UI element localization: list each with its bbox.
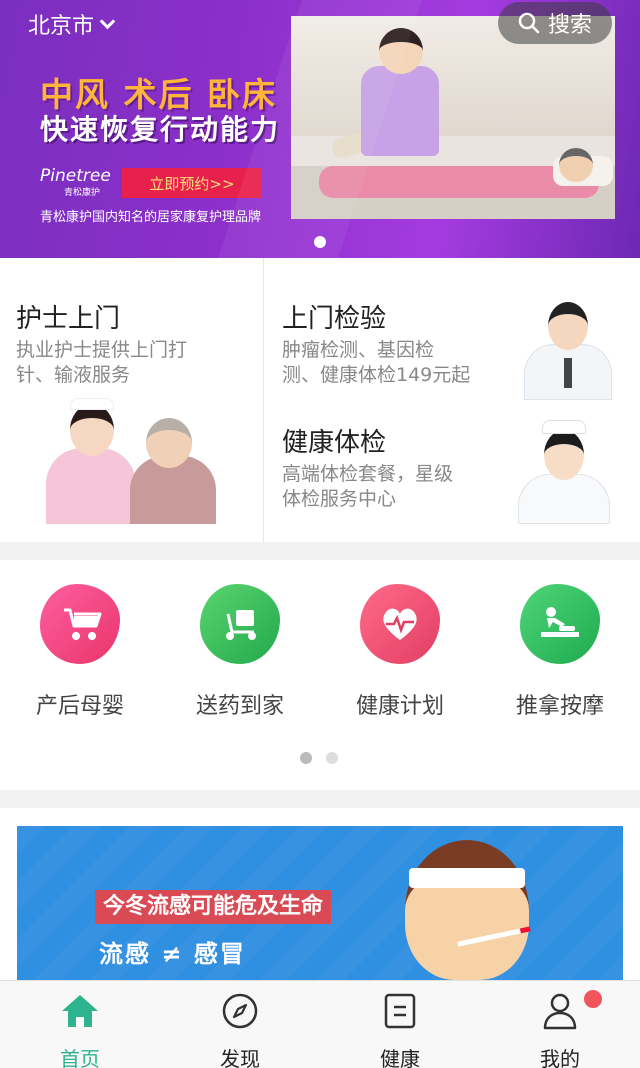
- search-button[interactable]: 搜索: [498, 2, 612, 44]
- nurse-image: [516, 420, 612, 524]
- bottom-tab-bar: 首页 发现 健康 我的: [0, 980, 640, 1068]
- quick-item-label: 健康计划: [355, 694, 444, 719]
- tab-discover[interactable]: 发现: [160, 991, 320, 1068]
- tab-label: 发现: [220, 1047, 260, 1068]
- quick-item-massage[interactable]: 推拿按摩: [480, 584, 640, 720]
- pager-dot: [326, 752, 338, 764]
- heart-pulse-icon: [360, 584, 440, 664]
- nurse-elder-image: [46, 398, 216, 524]
- quick-item-health-plan[interactable]: 健康计划: [320, 584, 480, 720]
- quick-item-maternity[interactable]: 产后母婴: [0, 584, 160, 720]
- banner-photo: [291, 16, 615, 219]
- city-selector[interactable]: 北京市: [28, 8, 116, 40]
- brand-logo: Pinetree 青松康护: [40, 168, 111, 202]
- brand-name: Pinetree: [40, 166, 111, 186]
- quick-entry-section: 产后母婴 送药到家 健康计划 推拿按摩: [0, 560, 640, 790]
- service-desc-line2: 测、健康体检149元起: [282, 364, 471, 386]
- chevron-down-icon: [99, 13, 116, 29]
- document-icon: [320, 991, 480, 1031]
- book-now-button[interactable]: 立即预约>>: [122, 168, 262, 198]
- baby-stroller-icon: [40, 584, 120, 664]
- notification-badge: [584, 990, 602, 1008]
- service-desc-line1: 高端体检套餐，星级: [282, 463, 454, 485]
- tab-label: 我的: [540, 1047, 580, 1068]
- quick-item-label: 推拿按摩: [515, 694, 604, 719]
- flu-ad-banner[interactable]: 今冬流感可能危及生命 流感 ≠ 感冒: [17, 826, 623, 980]
- quick-item-label: 送药到家: [195, 694, 284, 719]
- search-label: 搜索: [547, 13, 592, 38]
- sick-girl-illustration: [405, 840, 529, 980]
- service-desc-line1: 执业护士提供上门打: [16, 339, 188, 361]
- city-label: 北京市: [28, 14, 95, 39]
- banner-headline-2: 快速恢复行动能力: [40, 113, 281, 146]
- delivery-scooter-icon: [200, 584, 280, 664]
- service-title: 护士上门: [16, 304, 121, 334]
- tab-label: 健康: [380, 1047, 420, 1068]
- section-divider: [0, 542, 640, 560]
- compass-icon: [160, 991, 320, 1031]
- service-desc-line2: 针、输液服务: [16, 364, 131, 386]
- service-title: 健康体检: [282, 428, 387, 458]
- quick-item-label: 产后母婴: [35, 694, 124, 719]
- brand-sub: 青松康护: [64, 188, 101, 198]
- ad-title: 今冬流感可能危及生命: [95, 890, 332, 924]
- tab-health[interactable]: 健康: [320, 991, 480, 1068]
- doctor-image: [520, 298, 616, 400]
- quick-pager: [300, 752, 338, 764]
- carousel-indicator: [314, 236, 326, 248]
- massage-icon: [520, 584, 600, 664]
- ad-subtitle: 流感 ≠ 感冒: [99, 940, 246, 968]
- user-icon: [480, 991, 640, 1031]
- service-desc-line1: 肿瘤检测、基因检: [282, 339, 435, 361]
- service-desc-line2: 体检服务中心: [282, 488, 397, 510]
- home-icon: [0, 991, 160, 1031]
- banner-tagline: 青松康护国内知名的居家康复护理品牌: [40, 210, 262, 225]
- pager-dot: [300, 752, 312, 764]
- services-section: 护士上门 执业护士提供上门打 针、输液服务 上门检验 肿瘤检测、基因检 测、健康…: [0, 258, 640, 542]
- promo-banner[interactable]: 北京市 搜索 中风 术后 卧床 快速恢复行动能力 Pinetree 青松康护 立…: [0, 0, 640, 258]
- section-divider: [0, 790, 640, 808]
- quick-item-medicine-delivery[interactable]: 送药到家: [160, 584, 320, 720]
- tab-home[interactable]: 首页: [0, 991, 160, 1068]
- tab-profile[interactable]: 我的: [480, 991, 640, 1068]
- service-title: 上门检验: [282, 304, 387, 334]
- search-icon: [518, 12, 540, 34]
- tab-label: 首页: [60, 1047, 100, 1068]
